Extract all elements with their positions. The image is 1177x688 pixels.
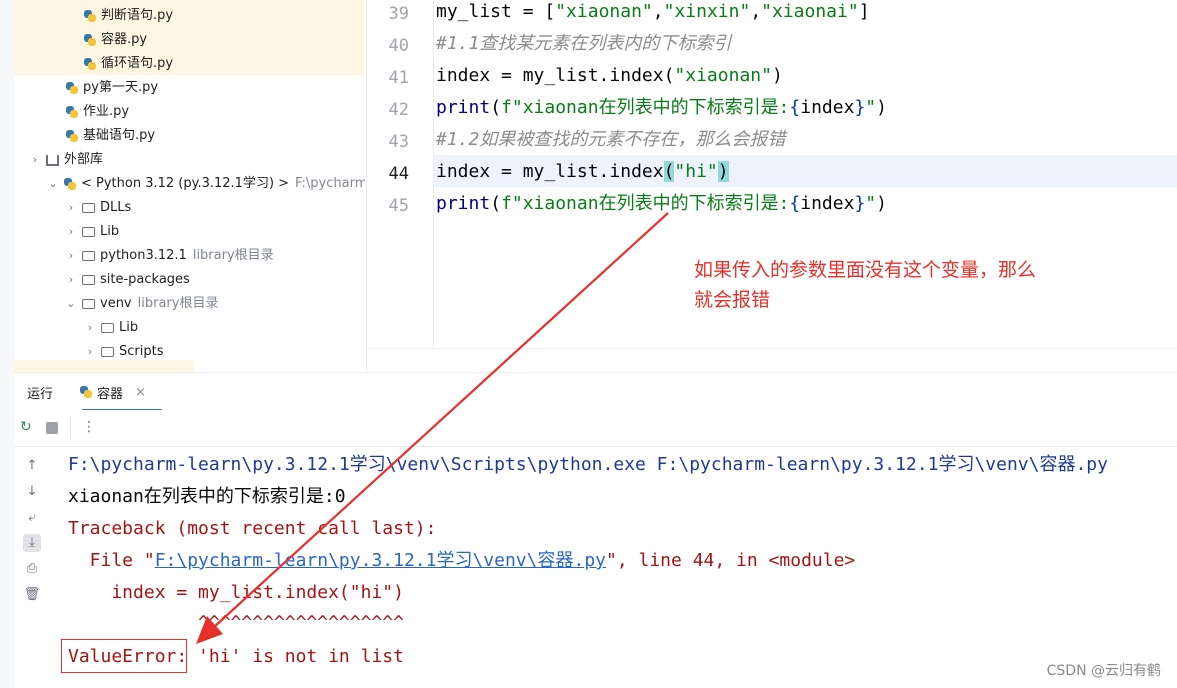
watermark: CSDN @云归有鹤 (1046, 663, 1161, 679)
arrow-head (196, 616, 223, 644)
arrow-line (213, 212, 669, 628)
annotation-arrow (196, 212, 669, 644)
